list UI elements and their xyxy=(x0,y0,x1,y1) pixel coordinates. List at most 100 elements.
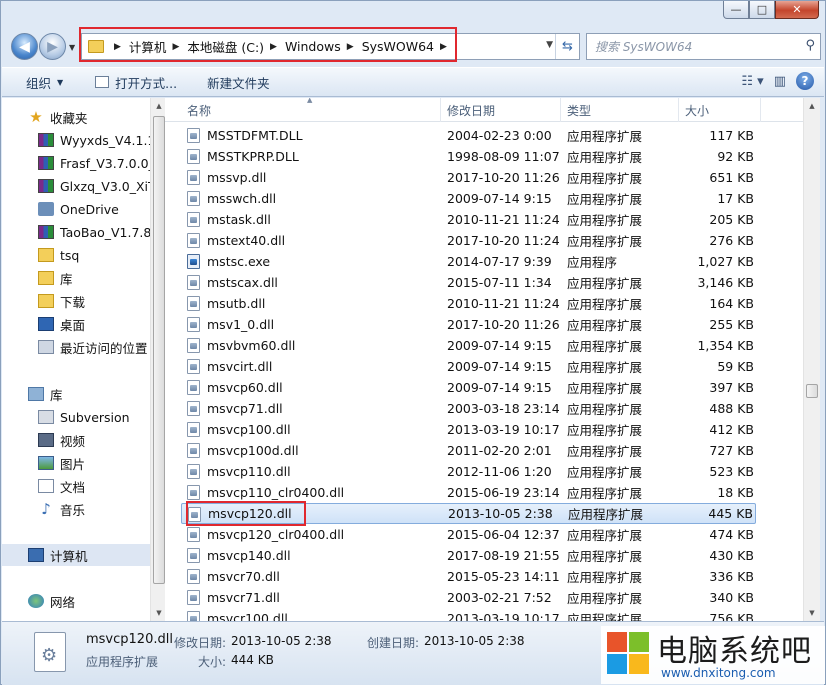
address-bar[interactable]: ▶ 计算机 ▶ 本地磁盘 (C:) ▶ Windows ▶ SysWOW64 ▶… xyxy=(81,33,580,60)
breadcrumb-separator-icon[interactable]: ▶ xyxy=(347,42,354,52)
file-row[interactable]: MSSTKPRP.DLL 1998-08-09 11:07 应用程序扩展 92 KB xyxy=(181,146,756,167)
open-with-button[interactable]: 打开方式... xyxy=(73,68,187,96)
dll-icon xyxy=(187,149,200,164)
file-row[interactable]: msswch.dll 2009-07-14 9:15 应用程序扩展 17 KB xyxy=(181,188,756,209)
nav-item-frasf[interactable]: Frasf_V3.7.0.0_X xyxy=(2,152,150,174)
nav-item-videos[interactable]: 视频 xyxy=(2,429,150,451)
new-folder-button[interactable]: 新建文件夹 xyxy=(187,68,280,96)
file-modified-date: 2009-07-14 9:15 xyxy=(447,338,552,353)
nav-computer[interactable]: 计算机 xyxy=(2,544,150,566)
file-list-scrollbar[interactable]: ▲ ▼ xyxy=(803,98,820,621)
scrollbar-thumb[interactable] xyxy=(153,116,165,584)
details-created-value: 2013-10-05 2:38 xyxy=(424,634,525,648)
nav-item-documents[interactable]: 文档 xyxy=(2,475,150,497)
file-row[interactable]: mstscax.dll 2015-07-11 1:34 应用程序扩展 3,146 KB xyxy=(181,272,756,293)
file-modified-date: 2013-10-05 2:38 xyxy=(448,506,553,521)
nav-item-glxzq[interactable]: Glxzq_V3.0_XiTo xyxy=(2,175,150,197)
scroll-down-icon[interactable]: ▼ xyxy=(804,605,820,621)
nav-item-subversion[interactable]: Subversion xyxy=(2,406,150,428)
scrollbar-thumb[interactable] xyxy=(806,384,818,398)
file-name: msvcp120.dll xyxy=(208,506,292,521)
column-header-date[interactable]: 修改日期 xyxy=(441,98,561,122)
nav-item-desktop[interactable]: 桌面 xyxy=(2,313,150,335)
breadcrumb-separator-icon[interactable]: ▶ xyxy=(172,42,179,52)
maximize-button[interactable]: □ xyxy=(749,1,775,19)
breadcrumb-local-disk[interactable]: 本地磁盘 (C:) xyxy=(187,37,264,56)
file-row[interactable]: msvcp100d.dll 2011-02-20 2:01 应用程序扩展 727 KB xyxy=(181,440,756,461)
nav-libraries-header[interactable]: 库 xyxy=(2,383,150,405)
file-row[interactable]: msvcr71.dll 2003-02-21 7:52 应用程序扩展 340 KB xyxy=(181,587,756,608)
file-row[interactable]: mssvp.dll 2017-10-20 11:26 应用程序扩展 651 KB xyxy=(181,167,756,188)
nav-item-taobao[interactable]: TaoBao_V1.7.8. xyxy=(2,221,150,243)
nav-item-recent-places[interactable]: 最近访问的位置 xyxy=(2,336,150,358)
file-row[interactable]: msvcp110.dll 2012-11-06 1:20 应用程序扩展 523 KB xyxy=(181,461,756,482)
search-input[interactable]: 搜索 SysWOW64 ⚲ xyxy=(586,33,821,60)
file-row[interactable]: msvcp60.dll 2009-07-14 9:15 应用程序扩展 397 KB xyxy=(181,377,756,398)
file-size: 92 KB xyxy=(717,149,754,164)
file-row[interactable]: msvcirt.dll 2009-07-14 9:15 应用程序扩展 59 KB xyxy=(181,356,756,377)
nav-item-tsq[interactable]: tsq xyxy=(2,244,150,266)
organize-label: 组织 xyxy=(26,75,52,91)
dll-icon xyxy=(187,590,200,605)
file-row[interactable]: msvcp120.dll 2013-10-05 2:38 应用程序扩展 445 KB xyxy=(181,503,756,524)
nav-network[interactable]: 网络 xyxy=(2,590,150,612)
breadcrumb-windows[interactable]: Windows xyxy=(285,39,341,54)
forward-button[interactable]: ▶ xyxy=(39,33,66,60)
file-size: 164 KB xyxy=(709,296,754,311)
file-modified-date: 2009-07-14 9:15 xyxy=(447,359,552,374)
close-button[interactable]: ✕ xyxy=(775,1,819,19)
file-row[interactable]: msvbvm60.dll 2009-07-14 9:15 应用程序扩展 1,354 K… xyxy=(181,335,756,356)
search-icon[interactable]: ⚲ xyxy=(805,38,815,53)
nav-item-library[interactable]: 库 xyxy=(2,267,150,289)
minimize-button[interactable]: — xyxy=(723,1,749,19)
file-row[interactable]: msvcp140.dll 2017-08-19 21:55 应用程序扩展 430 KB xyxy=(181,545,756,566)
file-name: msv1_0.dll xyxy=(207,317,275,332)
breadcrumb-separator-icon[interactable]: ▶ xyxy=(270,42,277,52)
organize-button[interactable]: 组织 ▼ xyxy=(2,68,73,96)
nav-item-pictures[interactable]: 图片 xyxy=(2,452,150,474)
nav-favorites-header[interactable]: ★ 收藏夹 xyxy=(2,106,150,128)
column-header-size[interactable]: 大小 xyxy=(679,98,761,122)
scroll-up-icon[interactable]: ▲ xyxy=(804,98,820,114)
archive-icon xyxy=(38,179,54,193)
file-modified-date: 2009-07-14 9:15 xyxy=(447,191,552,206)
column-header-type[interactable]: 类型 xyxy=(561,98,679,122)
file-row[interactable]: MSSTDFMT.DLL 2004-02-23 0:00 应用程序扩展 117 KB xyxy=(181,125,756,146)
dll-icon xyxy=(187,380,200,395)
file-row[interactable]: msvcp100.dll 2013-03-19 10:17 应用程序扩展 412 KB xyxy=(181,419,756,440)
dll-icon xyxy=(188,507,201,522)
windows-logo-icon xyxy=(607,632,651,676)
file-row[interactable]: msv1_0.dll 2017-10-20 11:26 应用程序扩展 255 KB xyxy=(181,314,756,335)
address-dropdown-icon[interactable]: ▼ xyxy=(546,40,553,50)
help-icon[interactable]: ? xyxy=(796,72,814,90)
breadcrumb-syswow64[interactable]: SysWOW64 xyxy=(362,39,434,54)
breadcrumb-separator-icon[interactable]: ▶ xyxy=(114,42,121,52)
file-row[interactable]: mstsc.exe 2014-07-17 9:39 应用程序 1,027 KB xyxy=(181,251,756,272)
nav-item-downloads[interactable]: 下载 xyxy=(2,290,150,312)
nav-item-wyyxds[interactable]: Wyyxds_V4.1.1.1 xyxy=(2,129,150,151)
file-row[interactable]: msvcp110_clr0400.dll 2015-06-19 23:14 应用程序… xyxy=(181,482,756,503)
nav-item-music[interactable]: ♪ 音乐 xyxy=(2,498,150,520)
recent-pages-dropdown[interactable]: ▼ xyxy=(69,43,75,52)
file-modified-date: 2017-08-19 21:55 xyxy=(447,548,560,563)
file-row[interactable]: msvcp120_clr0400.dll 2015-06-04 12:37 应用程序… xyxy=(181,524,756,545)
refresh-button[interactable]: ⇆ xyxy=(555,34,579,59)
file-row[interactable]: msvcr70.dll 2015-05-23 14:11 应用程序扩展 336 KB xyxy=(181,566,756,587)
file-row[interactable]: mstask.dll 2010-11-21 11:24 应用程序扩展 205 KB xyxy=(181,209,756,230)
file-row[interactable]: msvcp71.dll 2003-03-18 23:14 应用程序扩展 488 KB xyxy=(181,398,756,419)
file-modified-date: 2017-10-20 11:26 xyxy=(447,170,560,185)
file-row[interactable]: mstext40.dll 2017-10-20 11:24 应用程序扩展 276 KB xyxy=(181,230,756,251)
file-size: 651 KB xyxy=(709,170,754,185)
file-row[interactable]: msvcr100.dll 2013-03-19 10:17 应用程序扩展 756 KB xyxy=(181,608,756,621)
breadcrumb-separator-icon[interactable]: ▶ xyxy=(440,42,447,52)
file-size: 18 KB xyxy=(717,485,754,500)
breadcrumb-computer[interactable]: 计算机 xyxy=(129,37,167,56)
sort-ascending-icon: ▲ xyxy=(307,98,313,104)
back-button[interactable]: ◀ xyxy=(11,33,38,60)
file-name: msswch.dll xyxy=(207,191,277,206)
preview-pane-icon[interactable]: ▥ xyxy=(774,74,786,89)
file-type: 应用程序扩展 xyxy=(567,465,643,480)
file-row[interactable]: msutb.dll 2010-11-21 11:24 应用程序扩展 164 KB xyxy=(181,293,756,314)
nav-item-onedrive[interactable]: OneDrive xyxy=(2,198,150,220)
view-options-icon[interactable]: ☷ ▾ xyxy=(741,74,763,89)
